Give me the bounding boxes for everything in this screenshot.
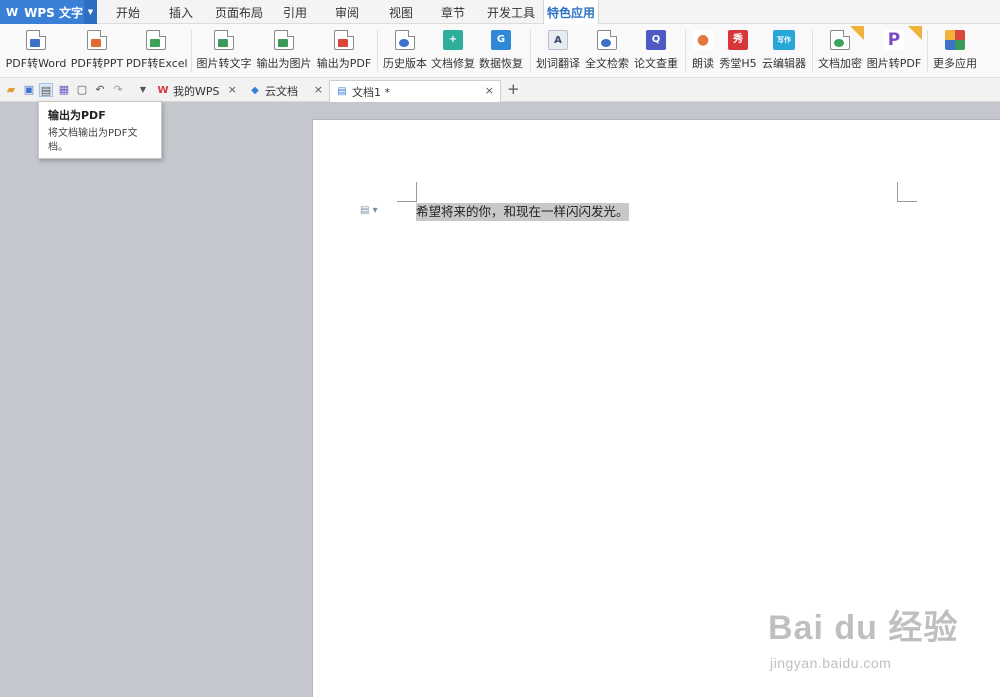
ribbon-separator bbox=[377, 30, 378, 72]
menu-bar: W WPS 文字 ▼ 开始 插入 页面布局 引用 审阅 视图 章节 开发工具 特… bbox=[0, 0, 1000, 25]
pdf-to-word-button[interactable]: PDF转Word bbox=[4, 28, 68, 74]
print-preview-icon[interactable]: ▢ bbox=[75, 83, 89, 97]
open-folder-icon[interactable]: ▰ bbox=[4, 83, 18, 97]
tab-review[interactable]: 审阅 bbox=[324, 0, 370, 24]
tab-my-wps[interactable]: W 我的WPS × bbox=[151, 80, 243, 102]
ribbon-toolbar: PDF转Word PDF转PPT PDF转Excel 图片转文字 输出为图片 输… bbox=[0, 24, 1000, 78]
wps-logo-icon: W bbox=[6, 5, 19, 19]
tab-chapter[interactable]: 章节 bbox=[430, 0, 476, 24]
cloud-doc-icon: ◆ bbox=[251, 85, 259, 96]
doc-repair-button[interactable]: + 文档修复 bbox=[430, 28, 476, 74]
ribbon-separator bbox=[685, 30, 686, 72]
tooltip-description: 将文档输出为PDF文档。 bbox=[48, 128, 138, 153]
pdf-to-ppt-button[interactable]: PDF转PPT bbox=[70, 28, 124, 74]
app-menu-dropdown-icon[interactable]: ▼ bbox=[84, 0, 97, 24]
fulltext-search-icon bbox=[597, 30, 617, 50]
word-translate-icon: A bbox=[548, 30, 568, 50]
xiutang-h5-icon: 秀 bbox=[728, 30, 748, 50]
new-tab-icon[interactable]: + bbox=[507, 80, 520, 98]
read-aloud-button[interactable]: ● 朗读 bbox=[688, 28, 718, 74]
read-aloud-icon: ● bbox=[693, 30, 713, 50]
cloud-editor-button[interactable]: 写作 云编辑器 bbox=[760, 28, 808, 74]
vip-badge-icon bbox=[850, 26, 864, 40]
margin-corner-mark bbox=[397, 182, 417, 202]
ribbon-separator bbox=[530, 30, 531, 72]
doc-repair-icon: + bbox=[443, 30, 463, 50]
xiutang-h5-button[interactable]: 秀 秀堂H5 bbox=[718, 28, 758, 74]
cloud-editor-icon: 写作 bbox=[773, 30, 795, 50]
history-version-button[interactable]: 历史版本 bbox=[382, 28, 428, 74]
tab-references[interactable]: 引用 bbox=[272, 0, 318, 24]
pdf-to-excel-button[interactable]: PDF转Excel bbox=[126, 28, 188, 74]
more-apps-icon bbox=[945, 30, 965, 50]
baidu-jingyan-watermark: Bai du 经验 jingyan.baidu.com bbox=[768, 600, 958, 671]
ribbon-separator bbox=[191, 30, 192, 72]
customize-dropdown-icon[interactable]: ▼ bbox=[136, 83, 150, 97]
fulltext-search-button[interactable]: 全文检索 bbox=[584, 28, 630, 74]
close-tab-icon[interactable]: × bbox=[228, 83, 237, 96]
tooltip: 输出为PDF 将文档输出为PDF文档。 bbox=[38, 101, 162, 159]
doc-encrypt-icon bbox=[830, 30, 850, 50]
watermark-url: jingyan.baidu.com bbox=[770, 655, 892, 671]
wps-logo-icon: W bbox=[157, 85, 169, 96]
export-image-button[interactable]: 输出为图片 bbox=[256, 28, 312, 74]
tab-start[interactable]: 开始 bbox=[105, 0, 151, 24]
paragraph-layout-icon[interactable]: ▤ ▾ bbox=[360, 205, 378, 216]
export-pdf-icon bbox=[334, 30, 354, 50]
watermark-brand: Bai du 经验 bbox=[768, 609, 959, 647]
close-tab-icon[interactable]: × bbox=[314, 83, 323, 96]
vip-badge-icon bbox=[908, 26, 922, 40]
export-pdf-button[interactable]: 输出为PDF bbox=[316, 28, 372, 74]
redo-icon[interactable]: ↷ bbox=[111, 83, 125, 97]
tab-cloud-docs[interactable]: ◆ 云文档 × bbox=[243, 80, 329, 102]
tab-view[interactable]: 视图 bbox=[378, 0, 424, 24]
export-image-icon bbox=[274, 30, 294, 50]
pdf-to-word-icon bbox=[26, 30, 46, 50]
tab-insert[interactable]: 插入 bbox=[158, 0, 204, 24]
ribbon-separator bbox=[927, 30, 928, 72]
ribbon-separator bbox=[812, 30, 813, 72]
pdf-to-ppt-icon bbox=[87, 30, 107, 50]
tab-developer[interactable]: 开发工具 bbox=[483, 0, 539, 24]
undo-icon[interactable]: ↶ bbox=[93, 83, 107, 97]
quick-access-bar: ▰ ▣ ▤ ▦ ▢ ↶ ↷ ▼ W 我的WPS × ◆ 云文档 × ▤ 文档1 … bbox=[0, 78, 1000, 102]
data-recovery-button[interactable]: G 数据恢复 bbox=[478, 28, 524, 74]
paper-check-icon: Q bbox=[646, 30, 666, 50]
export-pdf-quick-icon[interactable]: ▤ bbox=[39, 83, 53, 97]
tab-page-layout[interactable]: 页面布局 bbox=[210, 0, 268, 24]
image-to-text-icon bbox=[214, 30, 234, 50]
image-to-pdf-icon: P bbox=[884, 30, 904, 50]
document-text[interactable]: 希望将来的你，和现在一样闪闪发光。 bbox=[416, 203, 629, 221]
document-icon: ▤ bbox=[337, 85, 347, 97]
data-recovery-icon: G bbox=[491, 30, 511, 50]
app-menu-button[interactable]: W WPS 文字 ▼ bbox=[0, 0, 97, 24]
history-version-icon bbox=[395, 30, 415, 50]
word-translate-button[interactable]: A 划词翻译 bbox=[535, 28, 581, 74]
paper-check-button[interactable]: Q 论文查重 bbox=[632, 28, 680, 74]
close-tab-icon[interactable]: × bbox=[485, 84, 494, 97]
save-icon[interactable]: ▣ bbox=[22, 83, 36, 97]
tooltip-title: 输出为PDF bbox=[48, 109, 106, 122]
tab-document1[interactable]: ▤ 文档1 * × bbox=[329, 80, 501, 102]
image-to-text-button[interactable]: 图片转文字 bbox=[196, 28, 252, 74]
app-name: WPS 文字 bbox=[24, 5, 83, 20]
margin-corner-mark bbox=[897, 182, 917, 202]
tab-special-apps[interactable]: 特色应用 bbox=[543, 0, 599, 25]
more-apps-button[interactable]: 更多应用 bbox=[931, 28, 979, 74]
print-icon[interactable]: ▦ bbox=[57, 83, 71, 97]
pdf-to-excel-icon bbox=[146, 30, 166, 50]
